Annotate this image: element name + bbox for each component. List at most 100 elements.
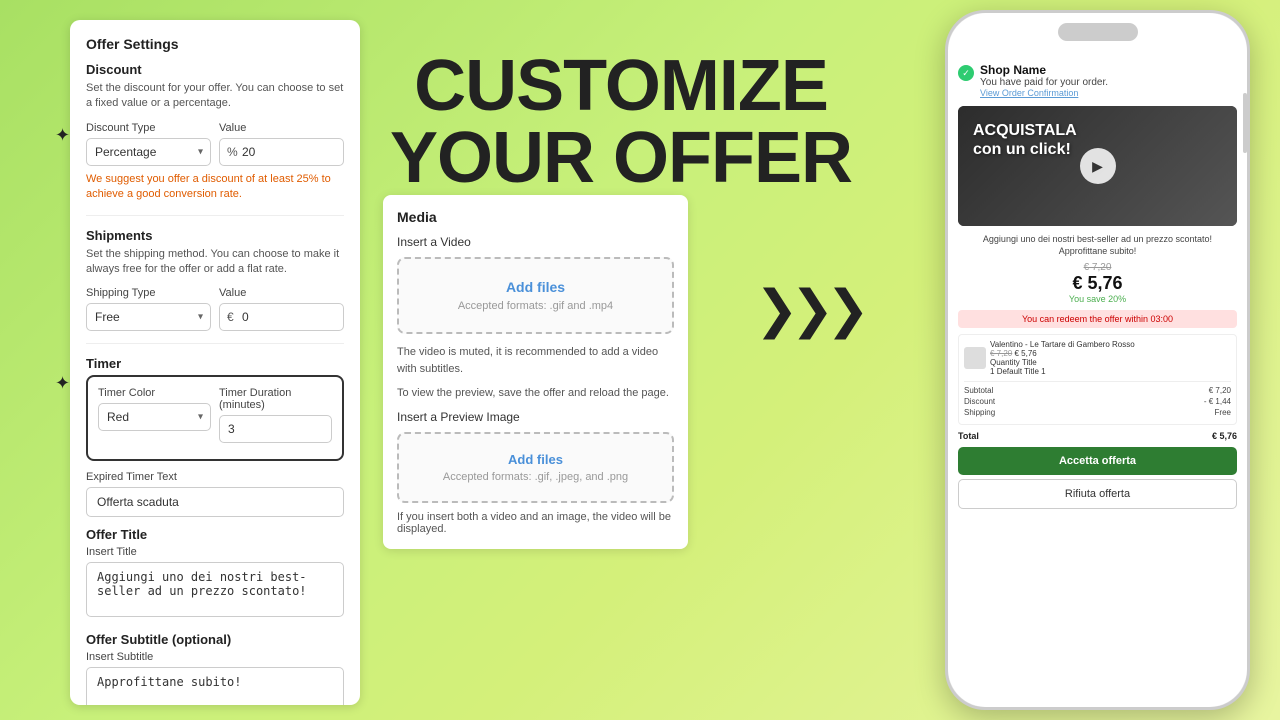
discount-title: Discount (86, 62, 344, 77)
shop-info: Shop Name You have paid for your order. … (980, 63, 1108, 98)
shipments-desc: Set the shipping method. You can choose … (86, 247, 344, 278)
phone-notch (1058, 23, 1138, 41)
offer-settings-panel: Offer Settings Discount Set the discount… (70, 20, 360, 705)
qty-label: Quantity (990, 358, 1020, 367)
discount-type-field: Discount Type Percentage Fixed (86, 122, 211, 166)
offer-title-heading: Offer Title (86, 527, 344, 542)
discount-value: - € 1,44 (1204, 397, 1231, 406)
timer-section: Timer Timer Color Red Blue Green Orange (86, 356, 344, 527)
shop-link[interactable]: View Order Confirmation (980, 88, 1108, 98)
media-footer: If you insert both a video and an image,… (397, 511, 674, 535)
phone-screen: ✓ Shop Name You have paid for your order… (948, 13, 1247, 707)
subtotals: Subtotal € 7,20 Discount - € 1,44 Shippi… (964, 381, 1231, 417)
arrows-decoration: ❯❯❯ (755, 280, 862, 340)
discount-type-select[interactable]: Percentage Fixed (86, 138, 211, 166)
offer-title-textarea[interactable]: Aggiungi uno dei nostri best-seller ad u… (86, 562, 344, 617)
shop-name: Shop Name (980, 63, 1108, 77)
media-panel: Media Insert a Video Add files Accepted … (383, 195, 688, 549)
discount-value-label: Value (219, 122, 344, 134)
image-upload-area[interactable]: Add files Accepted formats: .gif, .jpeg,… (397, 432, 674, 503)
order-product-info: Valentino - Le Tartare di Gambero Rosso … (990, 340, 1135, 376)
shipping-value-field: Value € (219, 287, 344, 331)
scroll-handle[interactable] (1243, 93, 1247, 153)
shipments-title: Shipments (86, 228, 344, 243)
price-new: € 5,76 (958, 273, 1237, 294)
order-details: Valentino - Le Tartare di Gambero Rosso … (958, 334, 1237, 425)
offer-subtitle-heading: Offer Subtitle (optional) (86, 632, 344, 647)
discount-section: Discount Set the discount for your offer… (86, 62, 344, 203)
media-title: Media (397, 209, 674, 225)
play-button[interactable]: ▶ (1080, 148, 1116, 184)
phone-content: ✓ Shop Name You have paid for your order… (948, 13, 1247, 519)
timer-duration-input[interactable] (219, 415, 332, 443)
decline-offer-btn[interactable]: Rifiuta offerta (958, 479, 1237, 509)
expired-timer-label: Expired Timer Text (86, 471, 344, 483)
timer-box: Timer Color Red Blue Green Orange Timer … (86, 375, 344, 461)
price-old: € 7,20 (958, 262, 1237, 273)
total-row: Total € 5,76 (958, 431, 1237, 441)
timer-color-select[interactable]: Red Blue Green Orange (98, 403, 211, 431)
media-video-subtitle: Insert a Video (397, 235, 674, 249)
panel-title: Offer Settings (86, 36, 344, 52)
product-desc-text: Aggiungi uno dei nostri best-seller ad u… (983, 234, 1212, 256)
product-old-price: € 7,20 (990, 349, 1012, 358)
timer-bar: You can redeem the offer within 03:00 (958, 310, 1237, 328)
video-overlay: ACQUISTALA con un click! (973, 121, 1077, 159)
video-upload-formats: Accepted formats: .gif and .mp4 (419, 300, 652, 312)
discount-value-field: Value % (219, 122, 344, 166)
expired-timer-input[interactable] (86, 487, 344, 517)
shipping-value: Free (1215, 408, 1231, 417)
timer-duration-label: Timer Duration (minutes) (219, 387, 332, 411)
video-upload-btn[interactable]: Add files (419, 279, 652, 295)
image-upload-formats: Accepted formats: .gif, .jpeg, and .png (417, 471, 654, 483)
phone-outer: ✓ Shop Name You have paid for your order… (945, 10, 1250, 710)
hero-section: CUSTOMIZE YOUR OFFER (390, 50, 852, 194)
title-value: Default Title 1 (997, 367, 1046, 376)
discount-type-label: Discount Type (86, 122, 211, 134)
product-price-row: € 7,20 € 5,76 (990, 349, 1135, 358)
hero-line2: YOUR OFFER (390, 122, 852, 194)
shipping-value-input[interactable] (219, 303, 344, 331)
price-save: You save 20% (958, 294, 1237, 304)
subtotal-value: € 7,20 (1209, 386, 1231, 395)
offer-title-label: Insert Title (86, 546, 344, 558)
star-discount-icon: ✦ (55, 125, 70, 146)
offer-subtitle-section: Offer Subtitle (optional) Insert Subtitl… (86, 632, 344, 705)
product-values-row: 1 Default Title 1 (990, 367, 1135, 376)
timer-title: Timer (86, 356, 344, 371)
shop-header: ✓ Shop Name You have paid for your order… (958, 63, 1237, 98)
hero-line2-text: YOUR OFFER (390, 118, 852, 198)
shipping-value-prefix: € (227, 310, 234, 324)
product-qty-row: Quantity Title (990, 358, 1135, 367)
discount-desc: Set the discount for your offer. You can… (86, 81, 344, 112)
shipping-label: Shipping (964, 408, 995, 417)
video-upload-area[interactable]: Add files Accepted formats: .gif and .mp… (397, 257, 674, 334)
shop-paid-text: You have paid for your order. (980, 77, 1108, 88)
offer-subtitle-textarea[interactable]: Approfittane subito! (86, 667, 344, 705)
video-text2: con un click! (973, 140, 1077, 159)
shipping-type-label: Shipping Type (86, 287, 211, 299)
price-area: € 7,20 € 5,76 You save 20% (958, 262, 1237, 304)
discount-warning: We suggest you offer a discount of at le… (86, 172, 344, 203)
total-value: € 5,76 (1212, 431, 1237, 441)
order-product-row: Valentino - Le Tartare di Gambero Rosso … (964, 340, 1231, 376)
total-label: Total (958, 431, 979, 441)
image-upload-btn[interactable]: Add files (417, 452, 654, 467)
offer-title-section: Offer Title Insert Title Aggiungi uno de… (86, 527, 344, 632)
subtotal-row: Subtotal € 7,20 (964, 386, 1231, 395)
media-note2: To view the preview, save the offer and … (397, 385, 674, 402)
shipping-type-field: Shipping Type Free Flat Rate (86, 287, 211, 331)
accept-offer-btn[interactable]: Accetta offerta (958, 447, 1237, 475)
qty-value: 1 (990, 367, 994, 376)
media-note1: The video is muted, it is recommended to… (397, 344, 674, 377)
star-timer-icon: ✦ (55, 373, 70, 394)
shipping-row: Shipping Free (964, 408, 1231, 417)
product-new-price: € 5,76 (1014, 349, 1036, 358)
phone-mockup: ✓ Shop Name You have paid for your order… (945, 10, 1250, 710)
timer-color-label: Timer Color (98, 387, 211, 399)
title-label: Title (1022, 358, 1037, 367)
shipments-section: Shipments Set the shipping method. You c… (86, 228, 344, 332)
timer-duration-field: Timer Duration (minutes) (219, 387, 332, 443)
discount-value-prefix: % (227, 145, 238, 159)
shipping-type-select[interactable]: Free Flat Rate (86, 303, 211, 331)
